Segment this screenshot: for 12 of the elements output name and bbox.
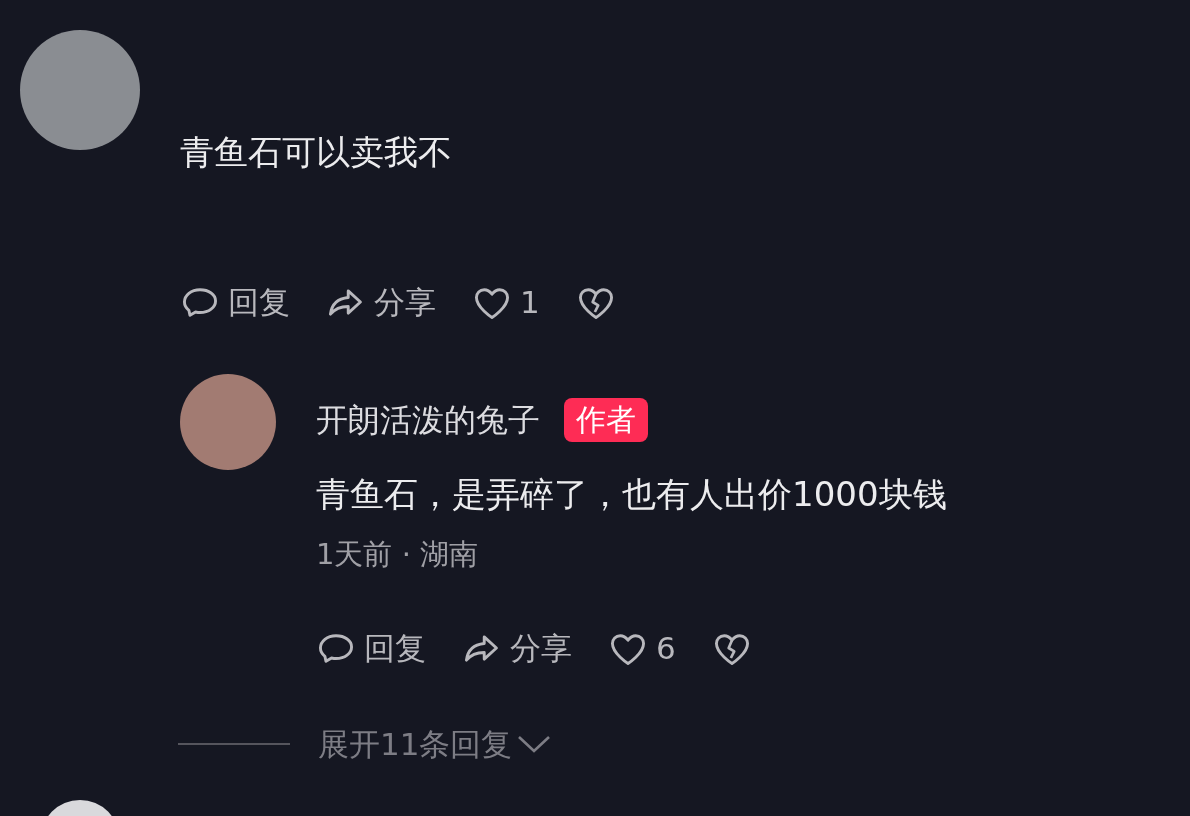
share-button[interactable]: 分享: [462, 630, 572, 666]
expand-replies-link[interactable]: 展开11条回复: [178, 724, 553, 764]
like-button[interactable]: 1: [472, 284, 540, 320]
author-badge: 作者: [564, 398, 648, 442]
timestamp-location: 1天前 · 湖南: [316, 536, 480, 572]
reply-button[interactable]: 回复: [180, 284, 290, 320]
reply-text: 青鱼石，是弄碎了，也有人出价1000块钱: [316, 473, 947, 516]
like-button[interactable]: 6: [608, 630, 676, 666]
reply-button[interactable]: 回复: [316, 630, 426, 666]
username[interactable]: 开朗活泼的兔子: [316, 396, 540, 444]
share-button[interactable]: 分享: [326, 284, 436, 320]
comment-text: 青鱼石可以卖我不: [180, 131, 453, 174]
